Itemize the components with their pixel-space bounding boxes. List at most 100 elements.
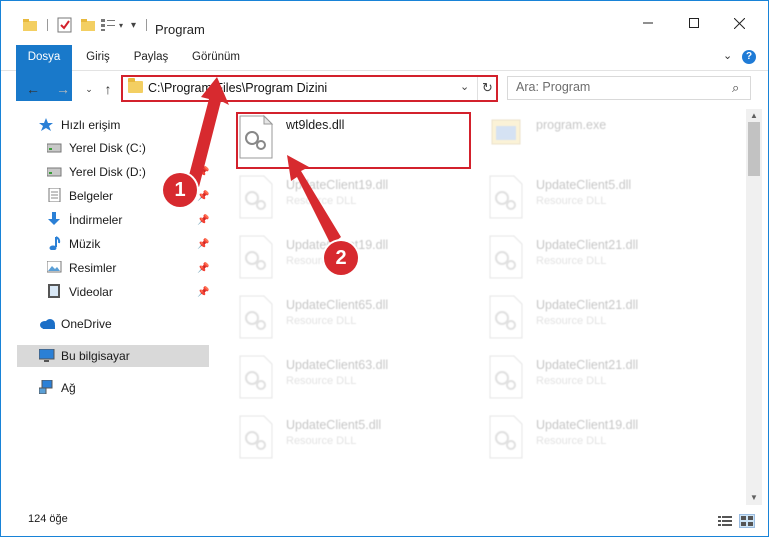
details-view-button[interactable] xyxy=(717,514,733,528)
file-highlight xyxy=(236,112,471,169)
back-button[interactable]: ← xyxy=(23,79,43,99)
up-button[interactable]: ↑ xyxy=(98,79,118,99)
forward-button[interactable]: → xyxy=(53,79,73,99)
file-name: UpdateClient63.dll xyxy=(286,358,389,372)
file-item[interactable]: UpdateClient5.dll Resource DLL xyxy=(488,174,718,230)
tab-view[interactable]: Görünüm xyxy=(187,45,245,70)
pin-icon[interactable]: 📌 xyxy=(197,143,209,154)
scroll-up-icon[interactable]: ▲ xyxy=(746,109,762,123)
folder-icon xyxy=(23,19,37,31)
music-icon xyxy=(49,236,61,250)
properties-icon[interactable] xyxy=(57,17,73,33)
file-item[interactable]: UpdateClient19.dll Resource DLL xyxy=(238,174,468,230)
pin-icon[interactable]: 📌 xyxy=(197,239,209,250)
sidebar-item-onedrive[interactable]: OneDrive xyxy=(17,313,209,335)
sidebar-item-pictures[interactable]: Resimler 📌 xyxy=(17,257,209,279)
star-icon xyxy=(39,118,53,131)
file-item[interactable]: UpdateClient21.dll Resource DLL xyxy=(488,294,718,350)
chevron-down-icon[interactable]: ⌄ xyxy=(723,49,732,62)
view-toggle-icon[interactable] xyxy=(101,19,117,31)
file-type: Resource DLL xyxy=(536,255,607,267)
search-input[interactable] xyxy=(516,80,726,94)
scroll-down-icon[interactable]: ▼ xyxy=(746,491,762,505)
file-type: Resource DLL xyxy=(536,195,607,207)
minimize-icon xyxy=(643,22,653,24)
file-type: Resource DLL xyxy=(286,375,357,387)
search-box[interactable]: ⌕ xyxy=(507,76,751,100)
sidebar-item-network[interactable]: Ağ xyxy=(17,377,209,399)
status-bar: 124 öğe xyxy=(1,506,768,536)
maximize-icon xyxy=(689,18,699,28)
scrollbar-thumb[interactable] xyxy=(748,122,760,176)
dll-file-icon xyxy=(239,235,273,279)
file-type: Resource DLL xyxy=(286,435,357,447)
pin-icon[interactable]: 📌 xyxy=(197,287,209,298)
pin-icon[interactable]: 📌 xyxy=(197,191,209,202)
file-item[interactable]: UpdateClient65.dll Resource DLL xyxy=(238,294,468,350)
file-item[interactable]: UpdateClient19.dll Resource DLL xyxy=(488,414,718,470)
large-icons-view-button[interactable] xyxy=(739,514,755,528)
sidebar-item-videos[interactable]: Videolar 📌 xyxy=(17,281,209,303)
file-name: UpdateClient5.dll xyxy=(536,178,632,192)
file-type: Resource DLL xyxy=(286,195,357,207)
title-bar: ▾ ▾ Program xyxy=(1,1,768,45)
step-badge-2: 2 xyxy=(324,241,358,275)
item-count: 124 öğe xyxy=(28,513,68,525)
dll-file-icon xyxy=(239,175,273,219)
pictures-icon xyxy=(47,261,62,273)
sidebar-item-this-pc[interactable]: Bu bilgisayar xyxy=(17,345,209,367)
cloud-icon xyxy=(40,319,55,329)
close-button[interactable] xyxy=(724,13,754,33)
exe-file-icon xyxy=(491,119,521,145)
sidebar-item-music[interactable]: Müzik 📌 xyxy=(17,233,209,255)
minimize-button[interactable] xyxy=(633,13,663,33)
file-item[interactable]: program.exe xyxy=(488,114,718,170)
dll-file-icon xyxy=(489,295,523,339)
details-view-icon xyxy=(718,516,732,526)
maximize-button[interactable] xyxy=(679,13,709,33)
file-name: UpdateClient19.dll xyxy=(536,418,639,432)
file-type: Resource DLL xyxy=(536,435,607,447)
pin-icon[interactable]: 📌 xyxy=(197,167,209,178)
file-name: UpdateClient21.dll xyxy=(536,298,639,312)
recent-locations-icon[interactable]: ⌄ xyxy=(79,79,99,99)
drive-icon xyxy=(47,143,62,153)
chevron-down-icon[interactable]: ▾ xyxy=(119,21,123,30)
file-type: Resource DLL xyxy=(286,315,357,327)
sidebar-item-disk-c[interactable]: Yerel Disk (C:) 📌 xyxy=(17,137,209,159)
network-icon xyxy=(39,380,53,394)
window-title: Program xyxy=(155,22,205,37)
file-item[interactable]: UpdateClient21.dll Resource DLL xyxy=(488,234,718,290)
file-item[interactable]: UpdateClient63.dll Resource DLL xyxy=(238,354,468,410)
file-type: Resource DLL xyxy=(536,315,607,327)
file-name: program.exe xyxy=(536,118,607,132)
search-icon[interactable]: ⌕ xyxy=(732,80,739,96)
file-item[interactable]: UpdateClient5.dll Resource DLL xyxy=(238,414,468,470)
separator xyxy=(146,19,147,31)
help-icon[interactable]: ? xyxy=(742,50,756,64)
dll-file-icon xyxy=(489,355,523,399)
dll-file-icon xyxy=(489,235,523,279)
file-name: UpdateClient21.dll xyxy=(536,238,639,252)
dll-file-icon xyxy=(489,415,523,459)
customize-toolbar-icon[interactable]: ▾ xyxy=(131,20,136,31)
file-name: UpdateClient19.dll xyxy=(286,178,389,192)
pin-icon[interactable]: 📌 xyxy=(197,263,209,274)
sidebar-item-quick-access[interactable]: Hızlı erişim xyxy=(17,114,209,136)
download-icon xyxy=(48,212,60,225)
address-highlight xyxy=(121,75,498,102)
file-type: Resource DLL xyxy=(536,375,607,387)
dll-file-icon xyxy=(239,295,273,339)
new-folder-icon[interactable] xyxy=(81,18,95,32)
file-name: UpdateClient65.dll xyxy=(286,298,389,312)
large-icons-view-icon xyxy=(741,516,753,526)
sidebar-item-downloads[interactable]: İndirmeler 📌 xyxy=(17,209,209,231)
tab-share[interactable]: Paylaş xyxy=(129,45,173,70)
separator xyxy=(47,19,48,31)
computer-icon xyxy=(39,349,55,362)
video-icon xyxy=(48,284,60,298)
pin-icon[interactable]: 📌 xyxy=(197,215,209,226)
file-item[interactable]: UpdateClient21.dll Resource DLL xyxy=(488,354,718,410)
tab-home[interactable]: Giriş xyxy=(81,45,115,70)
dll-file-icon xyxy=(239,415,273,459)
